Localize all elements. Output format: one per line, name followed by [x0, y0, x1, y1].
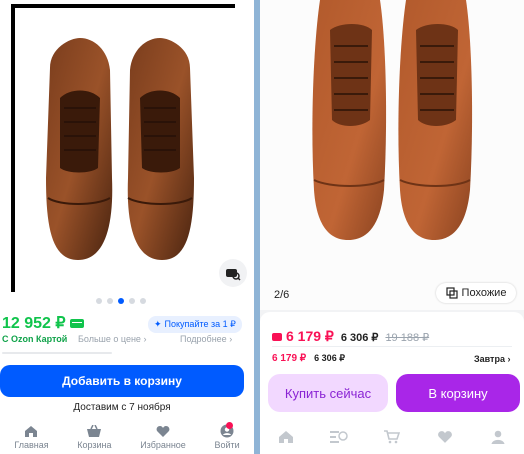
divider	[272, 346, 512, 347]
profile-icon	[491, 430, 505, 444]
nav-favorites[interactable]: Избранное	[140, 424, 186, 450]
chevron-right-icon: ›	[507, 354, 511, 364]
ozon-card-label: С Ozon Картой	[2, 334, 68, 344]
product-image[interactable]	[260, 0, 524, 310]
price-main: 6 179 ₽	[272, 328, 334, 345]
price-value: 12 952 ₽	[2, 315, 66, 332]
nav-login[interactable]: Войти	[214, 422, 240, 450]
home-icon	[279, 431, 294, 443]
price-more-link[interactable]: Больше о цене ›	[78, 334, 146, 344]
pagination-dot[interactable]	[140, 298, 146, 304]
nav-profile[interactable]	[489, 429, 507, 445]
right-screen: 2/6 Похожие 6 179 ₽ 6 306 ₽ 19 188 ₽ 6 1…	[260, 0, 524, 454]
price-without-card-compact: 6 306 ₽	[314, 353, 345, 363]
image-counter: 2/6	[274, 289, 290, 301]
nav-catalog[interactable]	[330, 429, 348, 445]
details-link[interactable]: Подробнее ›	[180, 334, 232, 344]
price-row-compact: 6 179 ₽ 6 306 ₽	[272, 353, 345, 364]
bottom-nav	[260, 420, 524, 454]
nav-cart[interactable]	[383, 429, 401, 445]
plus-icon: ✦	[154, 319, 162, 329]
similar-button[interactable]: Похожие	[436, 283, 516, 303]
product-image[interactable]	[11, 4, 235, 292]
pagination-dot[interactable]	[129, 298, 135, 304]
price-row: 6 179 ₽ 6 306 ₽ 19 188 ₽	[272, 328, 429, 345]
nav-basket[interactable]: Корзина	[77, 424, 112, 450]
nav-home[interactable]: Главная	[14, 424, 49, 450]
camera-search-icon	[226, 269, 241, 281]
chevron-right-icon: ›	[229, 334, 233, 344]
delivery-link[interactable]: Завтра ›	[474, 354, 510, 364]
price-old: 19 188 ₽	[385, 332, 430, 344]
pagination-dot[interactable]	[107, 298, 113, 304]
nav-favorites[interactable]	[436, 429, 454, 445]
shoes-image	[46, 38, 194, 260]
bottom-nav: Главная Корзина Избранное Войти	[0, 420, 254, 454]
card-icon	[69, 318, 84, 328]
heart-icon	[437, 431, 452, 443]
home-icon	[25, 425, 38, 437]
similar-icon	[445, 287, 458, 299]
add-to-cart-button[interactable]: В корзину	[396, 374, 520, 412]
buy-in-parts-badge[interactable]: ✦ Покупайте за 1 ₽	[148, 316, 242, 333]
photo-search-button[interactable]	[219, 259, 247, 287]
chevron-right-icon: ›	[143, 334, 147, 344]
pagination-dot[interactable]	[96, 298, 102, 304]
shoes-image	[312, 0, 473, 240]
ozon-card-price: 12 952 ₽	[2, 313, 84, 333]
buy-now-button[interactable]: Купить сейчас	[268, 374, 388, 412]
pagination-dot-active[interactable]	[118, 298, 124, 304]
left-screen: 12 952 ₽ ✦ Покупайте за 1 ₽ С Ozon Карто…	[0, 0, 254, 454]
add-to-cart-button[interactable]: Добавить в корзину	[0, 365, 244, 397]
product-info-sheet: 6 179 ₽ 6 306 ₽ 19 188 ₽ 6 179 ₽ 6 306 ₽…	[260, 312, 524, 454]
buy-in-parts-label: Покупайте за 1 ₽	[164, 319, 236, 329]
divider	[2, 352, 112, 354]
cart-icon	[383, 430, 400, 444]
delivery-date: Доставим с 7 ноября	[73, 402, 171, 413]
heart-icon	[156, 425, 170, 437]
price-main-compact: 6 179 ₽	[272, 353, 307, 364]
price-without-card: 6 306 ₽	[340, 332, 379, 344]
image-pagination	[96, 298, 146, 304]
nav-home[interactable]	[277, 429, 295, 445]
basket-icon	[87, 424, 102, 437]
catalog-icon	[330, 431, 348, 443]
